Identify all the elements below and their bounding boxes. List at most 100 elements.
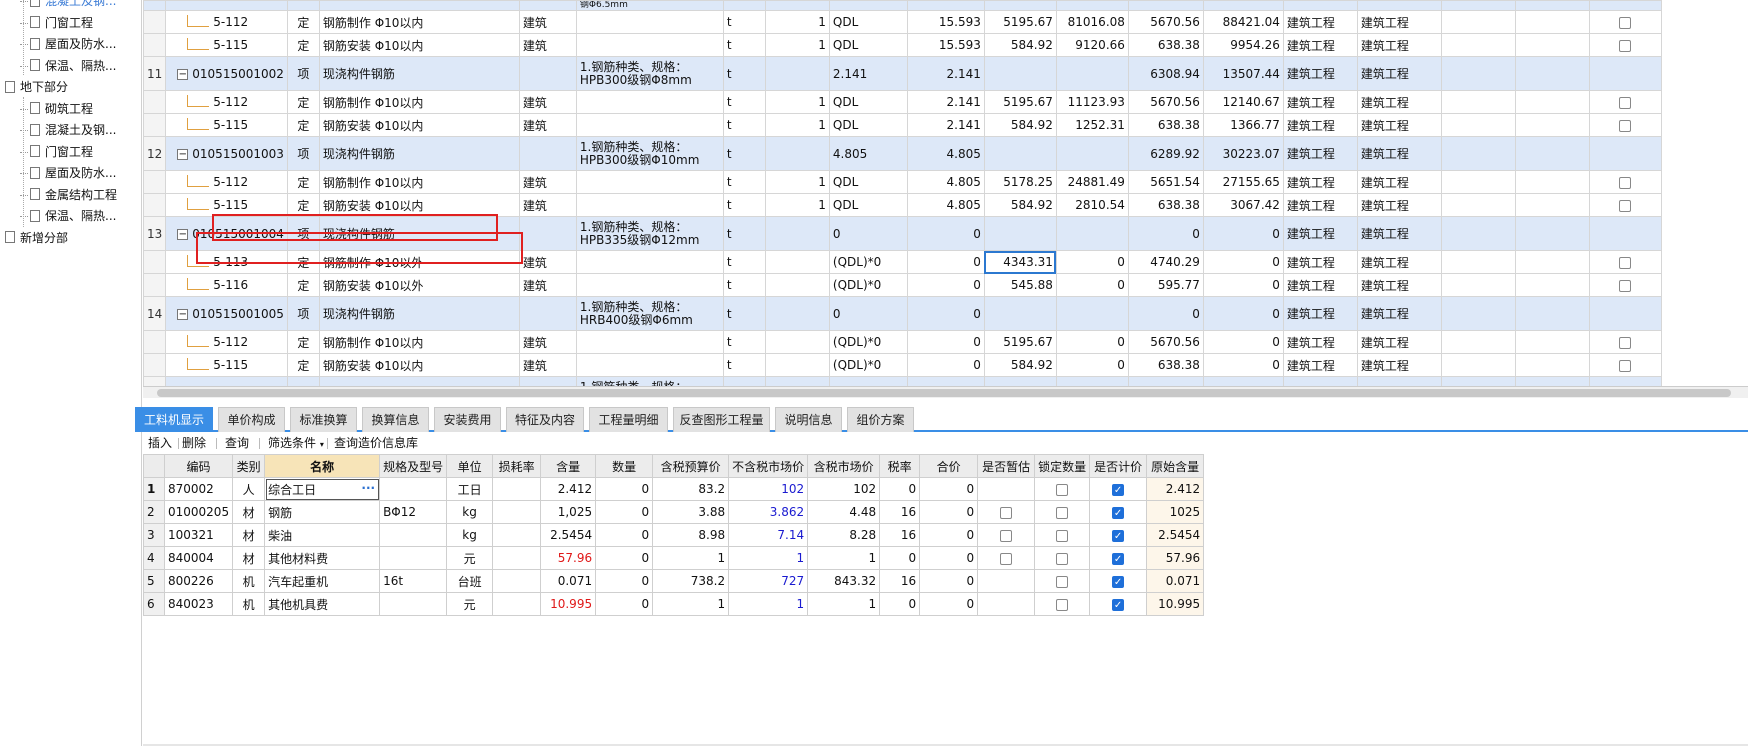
column-header[interactable]: 类别	[232, 454, 266, 478]
resource-row[interactable]: 2 01000205 材钢筋 BΦ12 kg 1,025 0 3.88 3.862 4.48 16 0…	[143, 500, 1205, 524]
provisional-cell[interactable]	[977, 546, 1036, 570]
spec-cell[interactable]: 16t	[379, 569, 448, 593]
code-cell[interactable]: 5-116	[165, 273, 288, 297]
comprehensive-unit-price-cell[interactable]: 638.38	[1127, 353, 1204, 377]
name-cell[interactable]: 钢筋制作 Φ10以内	[318, 90, 520, 114]
unit-price-cell[interactable]	[983, 56, 1057, 91]
tree-item[interactable]: 混凝土及钢...	[20, 119, 116, 141]
checkbox-cell[interactable]	[1588, 10, 1662, 34]
empty-cell[interactable]	[1440, 353, 1516, 377]
feature-description-cell[interactable]: 1.钢筋种类、规格：HRB400级钢Φ6mm	[575, 296, 724, 331]
tab-9[interactable]: 组价方案	[847, 407, 914, 432]
quantity-expression-cell[interactable]	[828, 376, 908, 386]
total-price-cell[interactable]: 24881.49	[1055, 170, 1129, 194]
profession-cell[interactable]: 建筑	[518, 330, 577, 354]
name-cell[interactable]: 其他机具费	[264, 592, 381, 616]
name-cell[interactable]: 现浇构件钢筋	[318, 376, 520, 386]
empty-cell[interactable]	[1514, 33, 1590, 57]
provisional-cell[interactable]	[977, 477, 1036, 501]
comprehensive-unit-price-cell[interactable]: 595.77	[1127, 273, 1204, 297]
content-cell[interactable]: 2.5454	[540, 523, 597, 547]
profession-cell[interactable]	[518, 376, 577, 386]
code-cell[interactable]: 01000205	[163, 500, 234, 524]
cost-type-cell[interactable]: 建筑工程	[1282, 170, 1358, 194]
total-cell[interactable]: 0	[919, 477, 979, 501]
code-cell[interactable]: 840023	[163, 592, 234, 616]
is-priced-checkbox[interactable]: ✓	[1112, 598, 1125, 611]
delete-button[interactable]: 删除	[177, 435, 211, 451]
unit-price-cell[interactable]	[983, 296, 1057, 331]
name-cell[interactable]: 钢筋安装 Φ10以内	[318, 33, 520, 57]
empty-cell[interactable]	[1440, 136, 1516, 171]
quantity-cell[interactable]: 0	[595, 546, 654, 570]
quantity-cell[interactable]: 2.141	[906, 56, 985, 91]
total-price-cell[interactable]: 1252.31	[1055, 113, 1129, 137]
original-content-cell[interactable]: 0.071	[1146, 569, 1205, 593]
code-cell[interactable]: −010515001005	[165, 296, 288, 331]
column-header[interactable]: 单位	[446, 454, 494, 478]
loss-rate-cell[interactable]	[492, 500, 542, 524]
horizontal-scrollbar[interactable]	[143, 386, 1748, 398]
empty-cell[interactable]	[1440, 170, 1516, 194]
quantity-cell[interactable]: 4.805	[906, 170, 985, 194]
lock-quantity-cell[interactable]	[1034, 569, 1091, 593]
unit-cell[interactable]: 元	[446, 592, 494, 616]
unit-cell[interactable]: kg	[446, 523, 494, 547]
collapse-icon[interactable]: −	[177, 148, 189, 160]
empty-cell[interactable]	[1514, 10, 1590, 34]
comprehensive-unit-price-cell[interactable]: 6308.94	[1127, 56, 1204, 91]
total-cell[interactable]: 0	[919, 500, 979, 524]
content-cell[interactable]: 1	[764, 113, 830, 137]
is-priced-checkbox[interactable]: ✓	[1112, 575, 1125, 588]
feature-description-cell[interactable]	[575, 90, 724, 114]
profession-cell[interactable]	[518, 56, 577, 91]
total-cell[interactable]: 0	[919, 546, 979, 570]
category-cell[interactable]: 项	[286, 136, 320, 171]
content-cell[interactable]: 1	[764, 193, 830, 217]
is-priced-cell[interactable]: ✓	[1089, 477, 1148, 501]
quantity-expression-cell[interactable]: QDL	[828, 193, 908, 217]
provisional-cell[interactable]	[977, 523, 1036, 547]
name-cell[interactable]: 综合工日 ···	[264, 477, 381, 501]
market-price-in-tax-cell[interactable]: 4.48	[807, 500, 881, 524]
profession-cell[interactable]	[518, 296, 577, 331]
content-cell[interactable]: 1	[764, 170, 830, 194]
lock-quantity-cell[interactable]	[1034, 523, 1091, 547]
lock-quantity-cell[interactable]	[1034, 500, 1091, 524]
spec-cell[interactable]	[379, 546, 448, 570]
unit-price-cell[interactable]: 5178.25	[983, 170, 1057, 194]
quantity-cell[interactable]: 0	[595, 592, 654, 616]
feature-description-cell[interactable]	[575, 273, 724, 297]
comprehensive-unit-price-cell[interactable]: 0	[1127, 216, 1204, 251]
total-price-cell[interactable]: 0	[1055, 273, 1129, 297]
budget-price-cell[interactable]: 1	[652, 592, 730, 616]
comprehensive-total-cell[interactable]: 0	[1202, 353, 1284, 377]
checkbox[interactable]	[1619, 119, 1632, 132]
total-cell[interactable]: 0	[919, 592, 979, 616]
unit-cell[interactable]: t	[722, 10, 766, 34]
tree-item[interactable]: 门窗工程	[20, 12, 93, 34]
market-price-ex-tax-cell[interactable]: 1	[728, 592, 809, 616]
quantity-expression-cell[interactable]: QDL	[828, 10, 908, 34]
code-cell[interactable]: 840004	[163, 546, 234, 570]
is-priced-checkbox[interactable]: ✓	[1112, 529, 1125, 542]
comprehensive-unit-price-cell[interactable]: 5670.56	[1127, 90, 1204, 114]
empty-cell[interactable]	[1514, 90, 1590, 114]
column-header[interactable]: 含税市场价	[807, 454, 881, 478]
provisional-checkbox[interactable]	[1000, 506, 1013, 519]
category-cell[interactable]: 定	[286, 273, 320, 297]
feature-description-cell[interactable]	[575, 113, 724, 137]
category-cell[interactable]: 材	[232, 500, 266, 524]
profession-type-cell[interactable]: 建筑工程	[1356, 250, 1442, 274]
unit-cell[interactable]: t	[722, 113, 766, 137]
checkbox[interactable]	[1619, 336, 1632, 349]
empty-cell[interactable]	[1440, 216, 1516, 251]
content-cell[interactable]	[764, 353, 830, 377]
checkbox-cell[interactable]	[1588, 376, 1662, 386]
empty-cell[interactable]	[1440, 113, 1516, 137]
resource-row[interactable]: 5 800226 机汽车起重机 16t 台班 0.071 0 738.2 727 843.32 16…	[143, 569, 1205, 593]
bill-item-row[interactable]: 11−010515001002 项现浇构件钢筋 1.钢筋种类、规格：HPB300级钢…	[143, 56, 1662, 91]
content-cell[interactable]: 1	[764, 33, 830, 57]
loss-rate-cell[interactable]	[492, 546, 542, 570]
comprehensive-total-cell[interactable]: 0	[1202, 273, 1284, 297]
